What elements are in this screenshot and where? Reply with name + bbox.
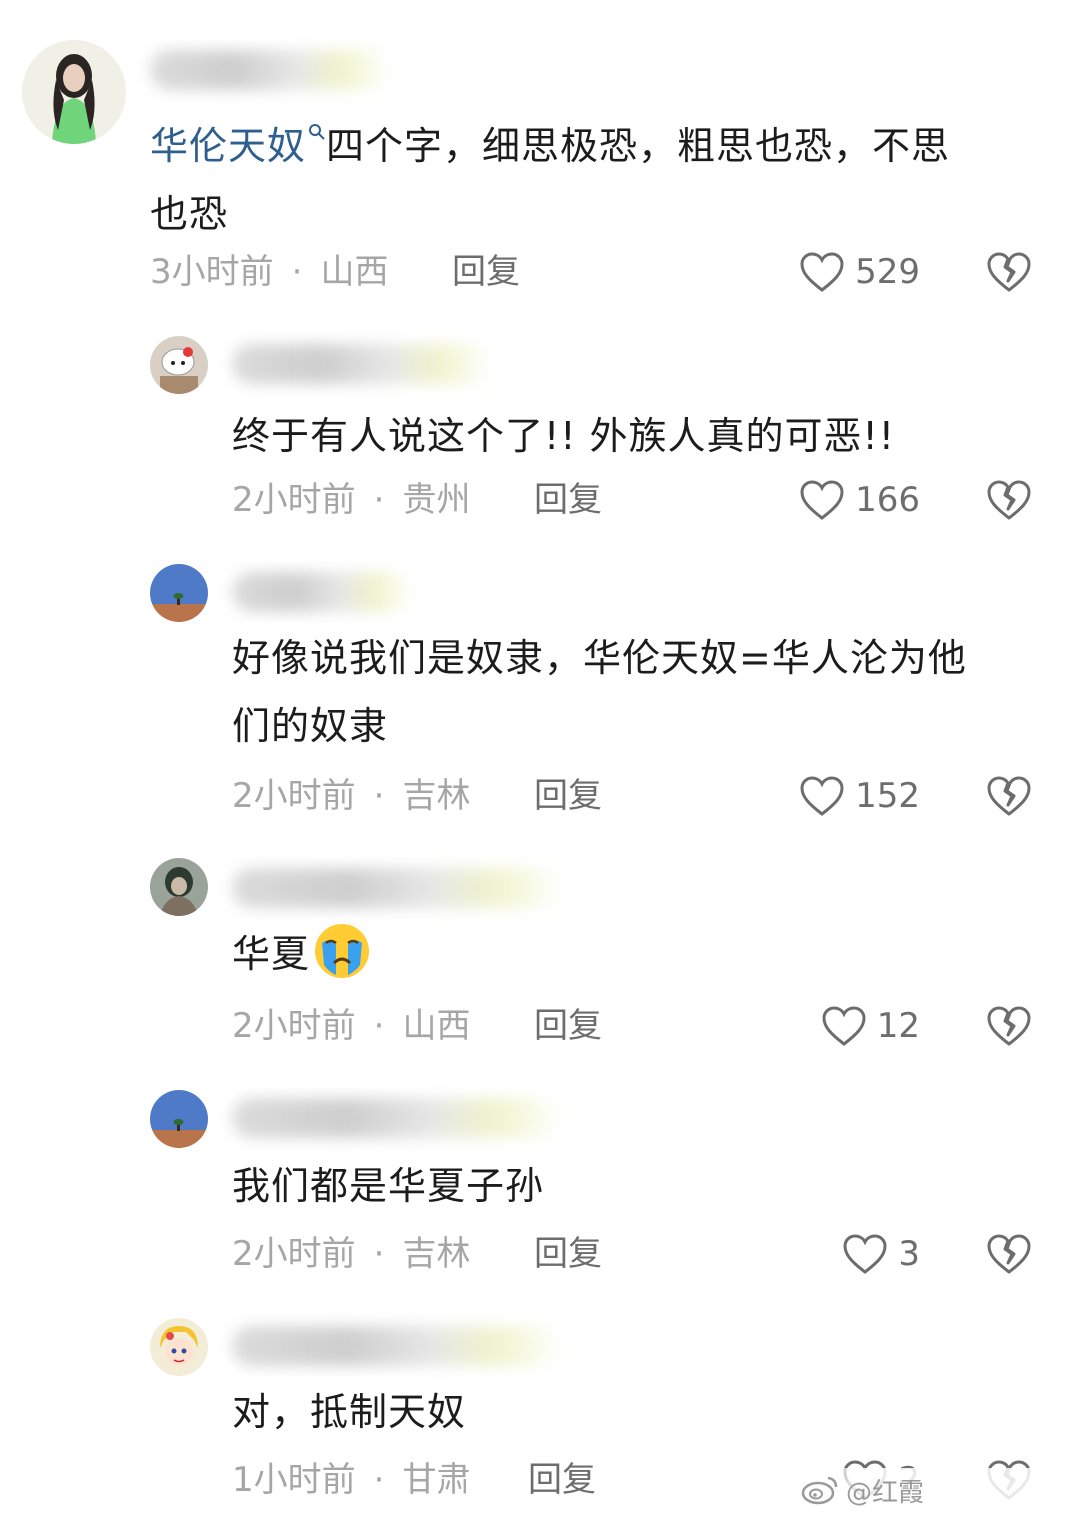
like-button[interactable]: 166 <box>760 478 920 522</box>
username-blurred[interactable] <box>232 868 562 908</box>
crying-face-emoji <box>315 924 370 978</box>
user-avatar[interactable] <box>150 1090 208 1148</box>
reply-item: 终于有人说这个了!! 外族人真的可恶!! 2小时前 · 贵州 回复 166 <box>0 310 1080 550</box>
like-button[interactable]: 152 <box>760 774 920 818</box>
like-count: 12 <box>876 1006 920 1046</box>
reply-item: 好像说我们是奴隶，华伦天奴=华人沦为他 们的奴隶 2小时前 · 吉林 回复 152 <box>0 550 1080 846</box>
comment-item: 华伦天奴 四个字，细思极恐，粗思也恐，不思 也恐 3小时前 · 山西 回复 529 <box>0 0 1080 310</box>
dislike-button[interactable] <box>986 1232 1032 1276</box>
heart-icon <box>800 480 844 520</box>
heart-icon <box>800 252 844 292</box>
reply-button[interactable]: 回复 <box>534 480 602 520</box>
user-avatar[interactable] <box>150 858 208 916</box>
comment-text-line1: 好像说我们是奴隶，华伦天奴=华人沦为他 <box>232 636 967 680</box>
watermark-text: @红霞 <box>846 1477 925 1508</box>
dislike-button[interactable] <box>986 250 1032 294</box>
search-icon[interactable] <box>308 100 326 168</box>
reply-button[interactable]: 回复 <box>452 252 520 292</box>
comment-time: 2小时前 <box>232 1234 356 1274</box>
reply-item: 我们都是华夏子孙 2小时前 · 吉林 回复 3 <box>0 1082 1080 1312</box>
like-button[interactable]: 12 <box>760 1004 920 1048</box>
meta-separator: · <box>373 776 385 816</box>
comment-text-line1: 对，抵制天奴 <box>232 1390 467 1434</box>
comment-meta: 2小时前 · 贵州 <box>232 480 470 520</box>
comment-text-line1: 华夏 <box>232 932 311 976</box>
comment-time: 2小时前 <box>232 776 356 816</box>
username-blurred[interactable] <box>232 572 412 612</box>
comment-location: 甘肃 <box>402 1460 471 1500</box>
dislike-button[interactable] <box>986 774 1032 818</box>
broken-heart-icon <box>987 776 1031 816</box>
comment-text-line1: 终于有人说这个了!! 外族人真的可恶!! <box>232 414 896 458</box>
heart-icon <box>822 1006 866 1046</box>
comment-text: 华夏 <box>232 920 1052 988</box>
comment-text: 好像说我们是奴隶，华伦天奴=华人沦为他 们的奴隶 <box>232 624 1052 760</box>
like-button[interactable]: 529 <box>760 250 920 294</box>
comment-time: 3小时前 <box>150 252 274 292</box>
comment-location: 贵州 <box>402 480 471 520</box>
like-button[interactable]: 3 <box>760 1232 920 1276</box>
user-avatar[interactable] <box>150 336 208 394</box>
comment-location: 吉林 <box>402 776 471 816</box>
comment-time: 1小时前 <box>232 1460 356 1500</box>
dislike-button[interactable] <box>986 1004 1032 1048</box>
comment-text-line2: 们的奴隶 <box>232 704 389 748</box>
heart-icon <box>800 776 844 816</box>
meta-separator: · <box>373 1460 385 1500</box>
weibo-watermark: @红霞 <box>800 1468 1080 1512</box>
username-blurred[interactable] <box>232 344 492 384</box>
comment-text-line1: 我们都是华夏子孙 <box>232 1164 545 1208</box>
reply-button[interactable]: 回复 <box>528 1460 596 1500</box>
comment-text: 终于有人说这个了!! 外族人真的可恶!! <box>232 402 1052 470</box>
reply-button[interactable]: 回复 <box>534 1234 602 1274</box>
comment-text: 华伦天奴 四个字，细思极恐，粗思也恐，不思 也恐 <box>150 100 1050 248</box>
meta-separator: · <box>291 252 303 292</box>
username-blurred[interactable] <box>232 1326 562 1366</box>
comment-meta: 1小时前 · 甘肃 <box>232 1460 470 1500</box>
username-blurred[interactable] <box>232 1098 562 1138</box>
comment-location: 吉林 <box>402 1234 471 1274</box>
meta-separator: · <box>373 480 385 520</box>
meta-separator: · <box>373 1234 385 1274</box>
comment-text-line1: 四个字，细思极恐，粗思也恐，不思 <box>326 124 951 168</box>
broken-heart-icon <box>987 252 1031 292</box>
dislike-button[interactable] <box>986 478 1032 522</box>
comment-location: 山西 <box>402 1006 471 1046</box>
comment-meta: 2小时前 · 山西 <box>232 1006 470 1046</box>
user-avatar[interactable] <box>22 40 126 144</box>
username-blurred[interactable] <box>150 50 390 90</box>
reply-button[interactable]: 回复 <box>534 776 602 816</box>
user-avatar[interactable] <box>150 1318 208 1376</box>
comment-text-line2: 也恐 <box>150 192 229 236</box>
reply-item: 华夏 2小时前 · 山西 回复 12 <box>0 846 1080 1082</box>
comment-time: 2小时前 <box>232 480 356 520</box>
comment-time: 2小时前 <box>232 1006 356 1046</box>
like-count: 152 <box>855 776 920 816</box>
broken-heart-icon <box>987 1006 1031 1046</box>
comment-meta: 2小时前 · 吉林 <box>232 776 470 816</box>
like-count: 3 <box>898 1234 920 1274</box>
comment-meta: 2小时前 · 吉林 <box>232 1234 470 1274</box>
comment-text: 对，抵制天奴 <box>232 1378 1052 1446</box>
like-count: 529 <box>855 252 920 292</box>
comment-text: 我们都是华夏子孙 <box>232 1152 1052 1220</box>
comment-meta: 3小时前 · 山西 <box>150 252 388 292</box>
heart-icon <box>843 1234 887 1274</box>
comment-location: 山西 <box>320 252 389 292</box>
mention-link[interactable]: 华伦天奴 <box>150 124 306 168</box>
broken-heart-icon <box>987 1234 1031 1274</box>
like-count: 166 <box>855 480 920 520</box>
reply-button[interactable]: 回复 <box>534 1006 602 1046</box>
user-avatar[interactable] <box>150 564 208 622</box>
weibo-logo <box>801 1476 838 1505</box>
broken-heart-icon <box>987 480 1031 520</box>
meta-separator: · <box>373 1006 385 1046</box>
